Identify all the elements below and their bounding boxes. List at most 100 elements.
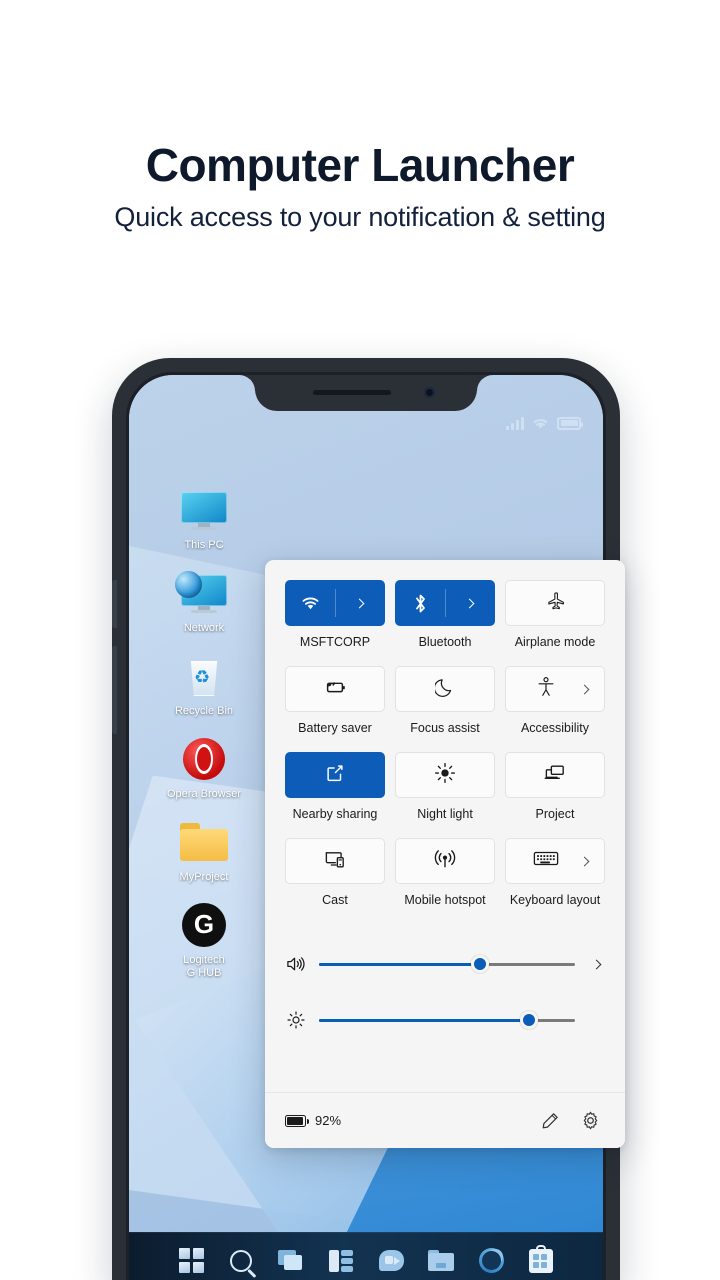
desktop-icon-opera-browser[interactable]: Opera Browser [149, 734, 259, 801]
quick-settings-tile-grid: MSFTCORP Bluetooth Airplane mode Battery… [265, 560, 625, 926]
open-settings-button[interactable] [575, 1106, 605, 1136]
volume-track[interactable] [319, 955, 575, 973]
recycle-bin-icon: ♻ [149, 651, 259, 701]
chevron-right-icon[interactable] [587, 959, 605, 969]
folder-icon [428, 1250, 454, 1271]
chat-button[interactable] [376, 1246, 406, 1276]
store-button[interactable] [526, 1244, 556, 1276]
edge-button[interactable] [476, 1246, 506, 1276]
quick-tile-focus-assist[interactable]: Focus assist [395, 666, 495, 748]
edit-quick-settings-button[interactable] [535, 1106, 565, 1136]
chevron-right-icon[interactable] [579, 856, 590, 866]
quick-tile-nearby-sharing[interactable]: Nearby sharing [285, 752, 385, 834]
desktop-icon-label: This PC [184, 539, 224, 551]
volume-fill [319, 962, 481, 966]
quick-tile-label: Battery saver [298, 721, 372, 735]
volume-slider[interactable] [285, 936, 605, 992]
chevron-right-icon[interactable] [445, 598, 494, 608]
accessibility-icon [536, 676, 556, 703]
chat-icon [378, 1250, 404, 1271]
quick-tile-button[interactable] [285, 580, 385, 626]
quick-tile-button[interactable] [285, 752, 385, 798]
quick-tile-button[interactable] [395, 580, 495, 626]
quick-tile-accessibility[interactable]: Accessibility [505, 666, 605, 748]
task-view-icon [278, 1249, 304, 1272]
quick-tile-mobile-hotspot[interactable]: Mobile hotspot [395, 838, 495, 920]
desktop-icon-logitech-ghub[interactable]: G Logitech G HUB [149, 900, 259, 980]
signal-bars-icon [506, 416, 524, 430]
quick-tile-night-light[interactable]: Night light [395, 752, 495, 834]
moon-icon [433, 676, 456, 703]
hotspot-icon [433, 848, 457, 875]
quick-tile-battery-saver[interactable]: Battery saver [285, 666, 385, 748]
widgets-icon [329, 1249, 353, 1272]
quick-tile-label: Focus assist [410, 721, 480, 735]
battery-percent-label: 92% [315, 1113, 342, 1128]
quick-tile-label: Bluetooth [418, 635, 472, 649]
quick-tile-label: Accessibility [520, 721, 590, 735]
edge-icon [478, 1248, 504, 1273]
quick-settings-sliders [265, 926, 625, 1064]
quick-tile-button[interactable] [395, 838, 495, 884]
windows-taskbar [129, 1232, 603, 1280]
microsoft-store-icon [529, 1244, 553, 1273]
task-view-button[interactable] [276, 1246, 306, 1276]
phone-volume-button [112, 580, 117, 628]
page-subtitle: Quick access to your notification & sett… [114, 201, 606, 232]
bluetooth-icon [396, 593, 445, 614]
desktop-icon-label: Logitech G HUB [183, 953, 225, 979]
quick-tile-project[interactable]: Project [505, 752, 605, 834]
opera-browser-icon [149, 734, 259, 784]
chevron-right-icon[interactable] [335, 598, 384, 608]
desktop-icon-label: Recycle Bin [174, 704, 234, 717]
airplane-icon [544, 590, 566, 617]
quick-tile-cast[interactable]: Cast [285, 838, 385, 920]
brightness-knob[interactable] [519, 1011, 538, 1029]
quick-tile-label: MSFTCORP [299, 635, 371, 649]
start-button[interactable] [176, 1246, 206, 1276]
quick-tile-button[interactable] [505, 752, 605, 798]
cast-icon [323, 849, 347, 874]
brightness-fill [319, 1018, 529, 1022]
quick-tile-button[interactable] [395, 666, 495, 712]
search-button[interactable] [226, 1246, 256, 1276]
file-explorer-button[interactable] [426, 1246, 456, 1276]
search-icon [230, 1249, 252, 1272]
logitech-ghub-glyph: G [182, 902, 226, 947]
brightness-track[interactable] [319, 1011, 575, 1029]
widgets-button[interactable] [326, 1246, 356, 1276]
quick-tile-label: Mobile hotspot [404, 893, 486, 907]
quick-tile-button[interactable] [505, 666, 605, 712]
folder-icon [149, 817, 259, 867]
desktop-icon-network[interactable]: Network [149, 568, 259, 635]
front-camera-icon [424, 387, 435, 398]
brightness-slider[interactable] [285, 992, 605, 1048]
desktop-icon-list: This PC Network ♻ Recycle Bin Opera Brow… [149, 485, 259, 996]
volume-knob[interactable] [471, 955, 490, 973]
quick-tile-button[interactable] [285, 838, 385, 884]
quick-tile-airplane-mode[interactable]: Airplane mode [505, 580, 605, 662]
volume-icon [285, 955, 307, 973]
desktop-icon-recycle-bin[interactable]: ♻ Recycle Bin [149, 651, 259, 718]
desktop-icon-myproject[interactable]: MyProject [149, 817, 259, 884]
desktop-icon-this-pc[interactable]: This PC [149, 485, 259, 552]
brightness-icon [285, 1010, 307, 1030]
quick-tile-wifi[interactable]: MSFTCORP [285, 580, 385, 662]
quick-tile-bluetooth[interactable]: Bluetooth [395, 580, 495, 662]
this-pc-icon [149, 485, 259, 535]
quick-tile-keyboard-layout[interactable]: Keyboard layout [505, 838, 605, 920]
windows-logo-icon [178, 1248, 204, 1273]
quick-tile-button[interactable] [505, 580, 605, 626]
quick-tile-button[interactable] [285, 666, 385, 712]
phone-notch [255, 375, 477, 411]
quick-tile-button[interactable] [505, 838, 605, 884]
quick-tile-label: Nearby sharing [292, 807, 378, 821]
promo-header: Computer Launcher Quick access to your n… [0, 139, 720, 233]
screenshot-root: Computer Launcher Quick access to your n… [0, 0, 720, 1280]
pencil-icon [542, 1113, 558, 1129]
chevron-right-icon[interactable] [579, 684, 590, 694]
phone-status-bar [506, 411, 583, 435]
share-icon [324, 762, 346, 789]
quick-tile-button[interactable] [395, 752, 495, 798]
brightness-icon [434, 762, 456, 789]
